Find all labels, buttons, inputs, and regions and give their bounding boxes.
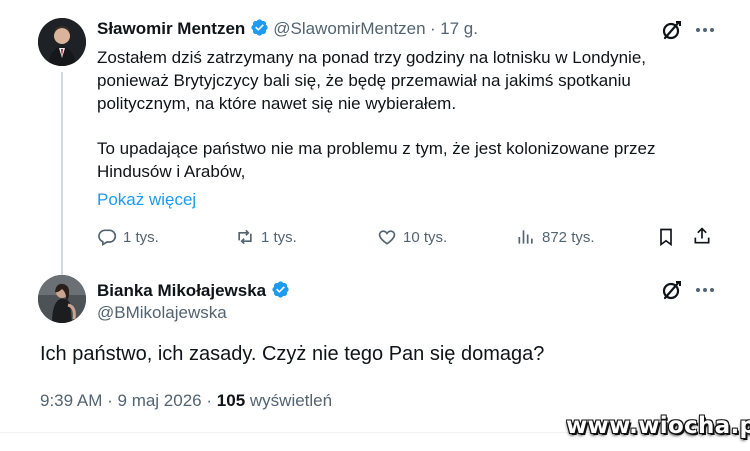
like-icon [378,230,396,245]
avatar[interactable] [38,275,86,323]
tweet-paragraph-1: Zostałem dziś zatrzymany na ponad trzy g… [97,48,646,113]
more-icon[interactable] [694,21,716,39]
separator: · [430,19,436,38]
post-date[interactable]: 9 maj 2026 [118,391,202,410]
repost-count: 1 tys. [261,228,297,246]
grok-icon[interactable] [661,279,683,301]
reply-count: 1 tys. [123,228,159,246]
author-handle[interactable]: @BMikolajewska [97,303,227,323]
views-icon [518,230,533,244]
reply-text: Ich państwo, ich zasady. Czyż nie tego P… [40,343,545,365]
separator: · [107,391,113,410]
thread-line [61,72,63,282]
views-label: wyświetleń [249,391,333,410]
repost-button[interactable]: 1 tys. [235,227,297,247]
watermark: www.wiocha.pl [566,413,750,439]
verified-icon [251,19,268,36]
views-button[interactable]: 872 tys. [516,227,595,247]
post-meta: 9:39 AM · 9 maj 2026 · 105 wyświetleń [40,391,332,411]
author-handle[interactable]: @SlawomirMentzen [273,19,425,38]
tweet-header: Sławomir Mentzen @SlawomirMentzen · 17 g… [97,18,478,39]
author-name[interactable]: Bianka Mikołajewska [97,281,266,300]
post-time[interactable]: 9:39 AM [40,391,102,410]
separator: · [206,391,213,410]
post-time[interactable]: 17 g. [440,19,478,38]
like-count: 10 tys. [403,228,448,246]
verified-icon [271,281,289,298]
tweet-header: Bianka Mikołajewska [97,280,290,301]
show-more-link[interactable]: Pokaż więcej [97,190,196,210]
reply-button[interactable]: 1 tys. [97,227,159,247]
views-count: 105 [216,391,246,410]
tweet-paragraph-2: To upadające państwo nie ma problemu z t… [97,139,656,181]
repost-icon [238,229,252,245]
author-name[interactable]: Sławomir Mentzen [97,19,245,38]
grok-icon[interactable] [661,19,683,41]
more-icon[interactable] [694,281,716,299]
views-count: 872 tys. [542,228,595,246]
bookmark-icon[interactable] [656,227,676,247]
reply-icon [98,229,117,246]
share-icon[interactable] [692,226,712,246]
like-button[interactable]: 10 tys. [377,227,447,247]
tweet-text: Zostałem dziś zatrzymany na ponad trzy g… [97,46,702,183]
avatar[interactable] [38,18,86,66]
